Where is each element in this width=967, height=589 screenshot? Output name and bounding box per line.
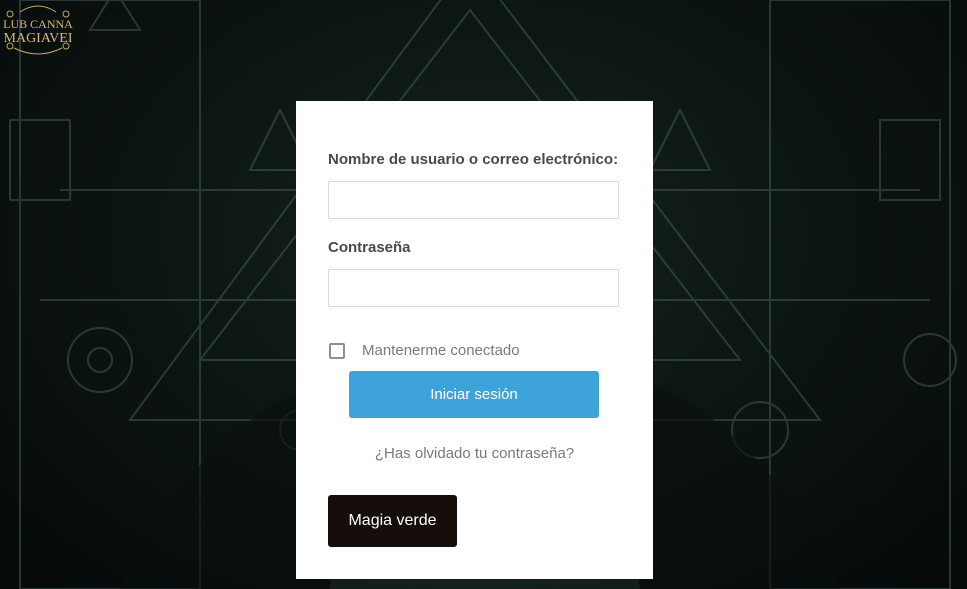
login-button[interactable]: Iniciar sesión bbox=[349, 371, 599, 418]
password-field[interactable] bbox=[328, 269, 619, 307]
remember-me-checkbox[interactable] bbox=[329, 342, 345, 359]
logo-line-2: MAGIAVEI bbox=[4, 31, 73, 46]
password-label: Contraseña bbox=[328, 239, 411, 256]
username-label: Nombre de usuario o correo electrónico: bbox=[328, 151, 619, 168]
forgot-password-link[interactable]: ¿Has olvidado tu contraseña? bbox=[296, 445, 653, 462]
login-form-card: Nombre de usuario o correo electrónico: … bbox=[296, 101, 653, 579]
magia-verde-button[interactable]: Magia verde bbox=[328, 495, 457, 547]
logo-line-1: LUB CANNA bbox=[3, 17, 73, 31]
club-logo: LUB CANNA MAGIAVEI bbox=[3, 5, 73, 55]
username-field[interactable] bbox=[328, 181, 619, 219]
remember-me-label[interactable]: Mantenerme conectado bbox=[362, 342, 520, 359]
remember-me-row: Mantenerme conectado bbox=[329, 342, 520, 359]
